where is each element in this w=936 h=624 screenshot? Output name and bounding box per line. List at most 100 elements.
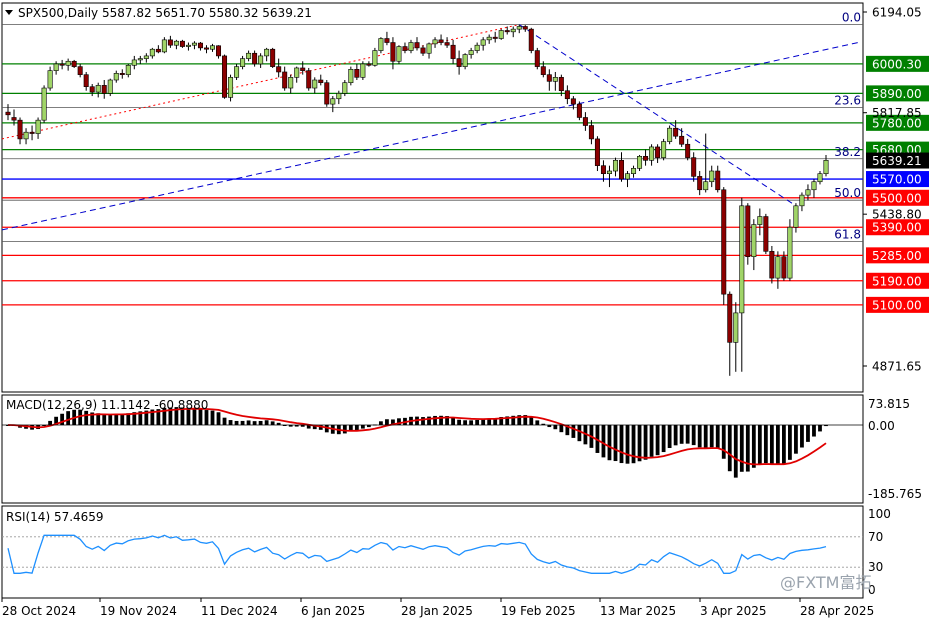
candle-bear <box>492 36 498 39</box>
macd-histogram-bar <box>354 425 359 431</box>
candle-bear <box>318 79 324 83</box>
candle-bear <box>119 73 125 75</box>
candle-bull <box>360 63 366 78</box>
macd-histogram-bar <box>607 425 612 461</box>
macd-histogram-bar <box>769 425 774 465</box>
candle-bear <box>390 42 396 62</box>
macd-histogram-bar <box>781 425 786 465</box>
candle-bull <box>757 216 763 225</box>
macd-histogram-bar <box>102 414 107 425</box>
macd-histogram-bar <box>751 425 756 468</box>
candle-bear <box>366 63 372 66</box>
candle-bull <box>733 312 739 343</box>
candle-bear <box>155 48 161 53</box>
time-label: 13 Mar 2025 <box>600 604 676 618</box>
candle-bull <box>23 131 29 140</box>
macd-histogram-bar <box>691 425 696 446</box>
macd-histogram-bar <box>739 425 744 472</box>
candle-bear <box>197 42 203 49</box>
macd-histogram-bar <box>721 425 726 459</box>
candle-bear <box>438 39 444 43</box>
candle-bull <box>408 42 414 51</box>
level-label: 5285.00 <box>872 249 922 263</box>
macd-histogram-bar <box>818 425 822 432</box>
candle-bear <box>691 157 697 177</box>
chart-header-text: SPX500,Daily 5587.82 5651.70 5580.32 563… <box>18 6 312 20</box>
macd-histogram-bar <box>571 425 576 438</box>
candle-bull <box>107 79 113 94</box>
macd-histogram-bar <box>649 425 654 457</box>
macd-histogram-bar <box>469 420 474 425</box>
chart-header: SPX500,Daily 5587.82 5651.70 5580.32 563… <box>5 6 312 20</box>
candle-bear <box>167 39 173 46</box>
macd-histogram-bar <box>475 419 480 425</box>
candle-bull <box>739 205 745 314</box>
macd-histogram-bar <box>210 410 215 425</box>
time-label: 11 Dec 2024 <box>201 604 278 618</box>
candle-bear <box>655 146 661 158</box>
candle-bull <box>137 58 143 61</box>
macd-histogram-bar <box>631 425 636 464</box>
candle-bear <box>276 66 282 73</box>
candle-bull <box>161 39 167 53</box>
candle-bear <box>727 293 733 343</box>
macd-histogram-bar <box>204 410 209 425</box>
candle-bull <box>751 224 757 257</box>
candle-bear <box>540 66 546 75</box>
fib-level-label: 23.6 <box>834 93 861 107</box>
candle-bear <box>89 86 95 93</box>
candle-bull <box>312 79 318 89</box>
level-label: 5190.00 <box>872 274 922 288</box>
candle-bear <box>697 176 703 191</box>
candle-bear <box>564 90 570 100</box>
macd-histogram-bar <box>709 425 714 448</box>
candle-bear <box>17 119 23 140</box>
current-price-label: 5639.21 <box>872 154 922 168</box>
candle-bull <box>516 26 522 30</box>
candle-bear <box>576 103 582 118</box>
candle-bull <box>372 50 378 66</box>
candle-bull <box>342 82 348 94</box>
candle-bull <box>35 119 41 134</box>
candle-bear <box>450 44 456 59</box>
macd-histogram-bar <box>216 412 221 425</box>
chart-frame <box>1 2 864 599</box>
candle-bull <box>131 59 137 66</box>
macd-histogram-bar <box>788 425 792 460</box>
candle-bull <box>462 54 468 67</box>
macd-histogram-bar <box>48 420 53 425</box>
candle-bull <box>336 93 342 100</box>
macd-histogram-bar <box>360 425 365 429</box>
candle-bear <box>203 47 209 50</box>
candle-bear <box>685 143 691 158</box>
candle-bull <box>498 30 504 39</box>
candle-bull <box>65 60 71 66</box>
macd-histogram-bar <box>385 419 389 425</box>
fib-level-label: 50.0 <box>834 186 861 200</box>
candle-bear <box>504 30 510 33</box>
level-label: 5500.00 <box>872 191 922 205</box>
candle-bear <box>763 216 769 252</box>
candle-bull <box>637 156 643 169</box>
candle-bull <box>787 226 793 279</box>
level-label: 6000.30 <box>872 57 922 71</box>
fib-level-label: 61.8 <box>834 228 861 242</box>
rsi-panel: 10070300RSI(14) 57.4659 <box>2 507 891 597</box>
macd-histogram-bar <box>258 420 263 425</box>
candle-bear <box>101 85 107 94</box>
candle-bull <box>612 160 618 172</box>
macd-histogram-bar <box>553 425 558 430</box>
candle-bull <box>703 181 709 191</box>
macd-title: MACD(12,26,9) 11.1142 -60.8880 <box>6 398 208 412</box>
candle-bear <box>252 52 258 65</box>
level-label: 5570.00 <box>872 173 922 187</box>
candle-bull <box>228 77 234 98</box>
time-label: 28 Jan 2025 <box>401 604 473 618</box>
rsi-title: RSI(14) 57.4659 <box>6 510 104 524</box>
candle-bull <box>149 48 155 57</box>
macd-histogram-bar <box>252 421 257 425</box>
macd-histogram-bar <box>535 420 540 425</box>
rsi-axis-label: 70 <box>868 530 883 544</box>
level-label: 5890.00 <box>872 87 922 101</box>
candle-bull <box>649 146 655 161</box>
